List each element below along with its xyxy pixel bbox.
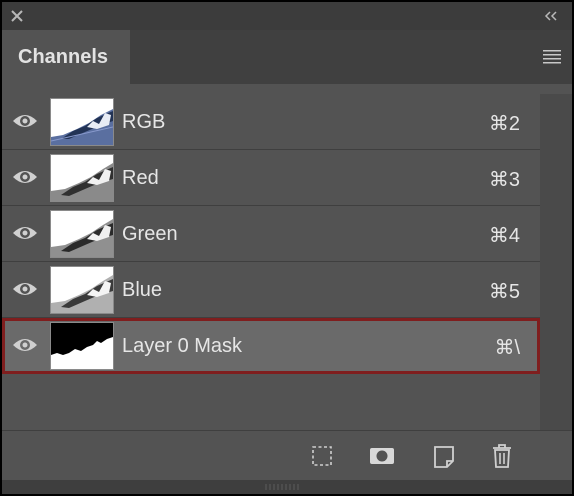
load-selection-icon[interactable] bbox=[310, 443, 334, 469]
close-icon[interactable] bbox=[8, 7, 26, 25]
channel-name: Green bbox=[122, 223, 178, 245]
channel-shortcut: ⌘2 bbox=[488, 113, 520, 135]
channel-row-blue[interactable]: Blue ⌘5 bbox=[2, 262, 540, 318]
double-chevron-left-icon[interactable] bbox=[542, 7, 560, 25]
save-selection-mask-icon[interactable] bbox=[368, 443, 396, 469]
channel-name: Layer 0 Mask bbox=[122, 335, 243, 357]
panel-resize-bar[interactable] bbox=[2, 480, 572, 494]
channel-shortcut: ⌘4 bbox=[488, 225, 520, 247]
visibility-eye-icon[interactable] bbox=[12, 167, 38, 187]
channel-thumbnail bbox=[50, 210, 114, 258]
hamburger-menu-icon[interactable] bbox=[542, 48, 562, 64]
scrollbar-track[interactable] bbox=[540, 94, 572, 430]
channel-name: RGB bbox=[122, 111, 166, 133]
channel-row-rgb[interactable]: RGB ⌘2 bbox=[2, 94, 540, 150]
channel-name: Blue bbox=[122, 279, 163, 301]
panel-footer bbox=[2, 431, 572, 480]
channel-list: RGB ⌘2 Red ⌘3 Green ⌘4 Blue ⌘5 Layer 0 M… bbox=[2, 94, 540, 430]
channels-panel: Channels RGB ⌘2 Red ⌘3 Green ⌘4 Blue ⌘5 … bbox=[2, 2, 572, 494]
visibility-eye-icon[interactable] bbox=[12, 223, 38, 243]
channel-shortcut: ⌘3 bbox=[488, 169, 520, 191]
channel-shortcut: ⌘5 bbox=[488, 281, 520, 303]
panel-title-bar bbox=[2, 2, 572, 30]
panel-tab-bar: Channels bbox=[2, 30, 572, 84]
channel-row-layer-0-mask[interactable]: Layer 0 Mask ⌘\ bbox=[2, 318, 540, 374]
channel-thumbnail bbox=[50, 154, 114, 202]
visibility-eye-icon[interactable] bbox=[12, 335, 38, 355]
visibility-eye-icon[interactable] bbox=[12, 279, 38, 299]
channel-row-red[interactable]: Red ⌘3 bbox=[2, 150, 540, 206]
mask-thumbnail bbox=[50, 322, 114, 370]
channel-thumbnail bbox=[50, 266, 114, 314]
trash-icon[interactable] bbox=[490, 443, 514, 469]
tab-channels-label: Channels bbox=[18, 46, 109, 68]
channel-name: Red bbox=[122, 167, 159, 189]
channel-thumbnail bbox=[50, 98, 114, 146]
tab-channels[interactable]: Channels bbox=[2, 30, 130, 84]
visibility-eye-icon[interactable] bbox=[12, 111, 38, 131]
resize-grip-icon[interactable] bbox=[264, 484, 302, 490]
channel-row-green[interactable]: Green ⌘4 bbox=[2, 206, 540, 262]
channel-shortcut: ⌘\ bbox=[494, 337, 520, 359]
new-channel-icon[interactable] bbox=[432, 443, 456, 469]
